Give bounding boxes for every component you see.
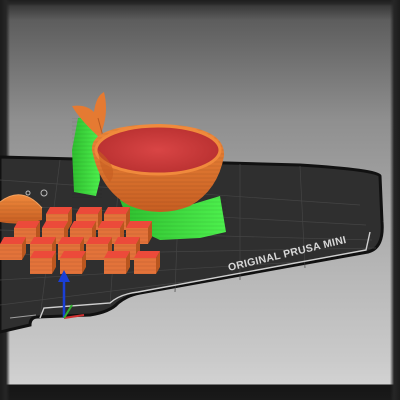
cube-top: [134, 251, 160, 258]
cube-top: [86, 237, 112, 244]
cube-top: [14, 221, 40, 228]
cube-top: [58, 237, 84, 244]
cube-top: [126, 221, 152, 228]
cube-layers: [104, 258, 126, 274]
cube-top: [60, 251, 86, 258]
cube-top: [30, 237, 56, 244]
cube-top: [104, 251, 130, 258]
cube: [0, 237, 26, 260]
cube: [30, 251, 56, 274]
cube-top: [30, 251, 56, 258]
cube-top: [114, 237, 140, 244]
cube-layers: [30, 258, 52, 274]
3d-viewport[interactable]: ORIGINAL PRUSA MINI: [0, 0, 400, 400]
cube-top: [76, 207, 102, 214]
cube-top: [104, 207, 130, 214]
cube-layers: [134, 258, 156, 274]
scene-canvas[interactable]: ORIGINAL PRUSA MINI: [0, 0, 400, 400]
cube-top: [70, 221, 96, 228]
cube-top: [42, 221, 68, 228]
cube-top: [98, 221, 124, 228]
bowl-interior: [94, 124, 222, 176]
cube-top: [46, 207, 72, 214]
cube-layers: [0, 244, 22, 260]
cube: [104, 251, 130, 274]
cube-top: [0, 237, 26, 244]
cube: [134, 251, 160, 274]
